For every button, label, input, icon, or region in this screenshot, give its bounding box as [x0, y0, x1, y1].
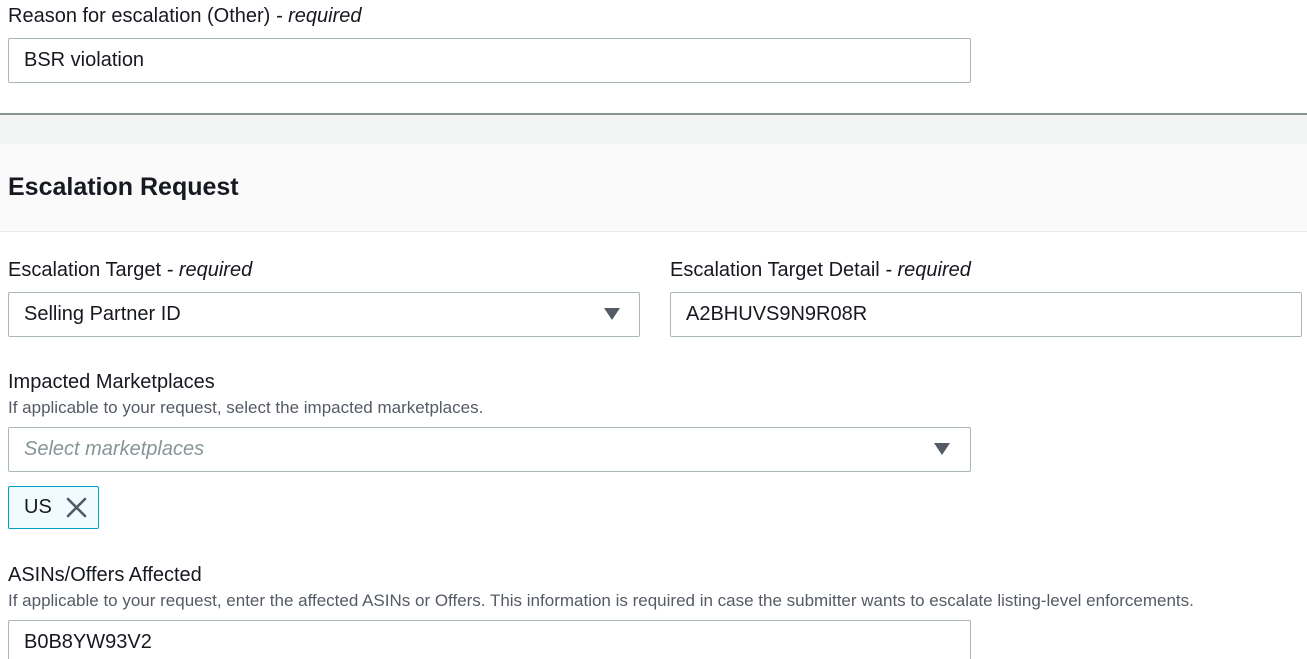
escalation-target-select[interactable]: Selling Partner ID — [8, 292, 640, 337]
reason-input[interactable]: BSR violation — [8, 38, 971, 83]
reason-input-value: BSR violation — [24, 49, 145, 71]
escalation-form: Reason for escalation (Other) - required… — [0, 0, 1307, 659]
escalation-target-detail-value: A2BHUVS9N9R08R — [686, 303, 868, 325]
escalation-target-detail-input[interactable]: A2BHUVS9N9R08R — [670, 292, 1302, 337]
section-title: Escalation Request — [8, 173, 239, 201]
escalation-target-selected: Selling Partner ID — [24, 303, 181, 325]
marketplace-token-us: US — [8, 486, 99, 529]
impacted-marketplaces-hint: If applicable to your request, select th… — [8, 398, 484, 417]
caret-down-icon[interactable] — [934, 443, 950, 455]
asins-hint: If applicable to your request, enter the… — [8, 591, 1194, 610]
escalation-target-detail-label: Escalation Target Detail - required — [670, 258, 971, 282]
impacted-marketplaces-label: Impacted Marketplaces — [8, 371, 215, 393]
reason-label: Reason for escalation (Other) - required — [8, 4, 362, 28]
marketplaces-placeholder: Select marketplaces — [24, 438, 205, 460]
reason-required-marker: - required — [270, 5, 362, 27]
asins-input[interactable]: B0B8YW93V2 — [8, 620, 971, 659]
escalation-target-required-marker: - required — [161, 259, 253, 281]
asins-input-value: B0B8YW93V2 — [24, 631, 152, 653]
asins-label: ASINs/Offers Affected — [8, 564, 202, 586]
section-divider — [0, 113, 1307, 144]
close-icon[interactable] — [66, 497, 87, 518]
marketplace-token-label: US — [24, 496, 52, 518]
marketplaces-multiselect[interactable]: Select marketplaces — [8, 427, 971, 472]
escalation-target-label: Escalation Target - required — [8, 258, 252, 282]
escalation-target-detail-label-text: Escalation Target Detail — [670, 259, 880, 281]
escalation-target-label-text: Escalation Target — [8, 259, 162, 281]
escalation-target-detail-required-marker: - required — [879, 259, 971, 281]
reason-label-text: Reason for escalation (Other) — [8, 5, 271, 27]
caret-down-icon[interactable] — [604, 308, 620, 320]
